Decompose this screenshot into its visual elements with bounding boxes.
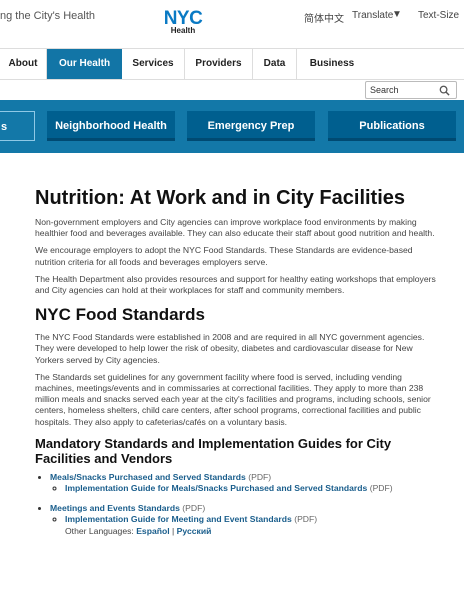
search-icon[interactable] [439, 85, 450, 96]
chevron-down-icon[interactable]: ▼ [392, 9, 402, 20]
site-tagline: ng the City's Health [0, 10, 96, 22]
page-title: Nutrition: At Work and in City Facilitie… [35, 187, 406, 209]
section-tab-neighborhood-health[interactable]: Neighborhood Health [47, 111, 175, 141]
intro-paragraph-1: Non-government employers and City agenci… [35, 217, 435, 239]
section-heading-mandatory-standards: Mandatory Standards and Implementation G… [35, 435, 392, 466]
meetings-standards-link[interactable]: Meetings and Events Standards [50, 503, 180, 513]
text-size-button[interactable]: Text-Size [418, 10, 459, 21]
espanol-link[interactable]: Español [136, 526, 169, 536]
standards-link-list: Meals/Snacks Purchased and Served Standa… [35, 472, 440, 538]
meals-guide-link[interactable]: Implementation Guide for Meals/Snacks Pu… [65, 483, 367, 493]
list-item: Implementation Guide for Meals/Snacks Pu… [65, 483, 440, 495]
intro-paragraph-2: We encourage employers to adopt the NYC … [35, 245, 413, 267]
language-chinese-link[interactable]: 简体中文 [304, 10, 344, 25]
nav-item-about[interactable]: About [0, 49, 47, 79]
search-input[interactable] [370, 84, 436, 96]
pdf-label: (PDF) [182, 502, 206, 513]
nav-item-our-health[interactable]: Our Health [47, 49, 122, 79]
logo-health-text: Health [170, 26, 196, 35]
section-tab-partial[interactable]: s [0, 111, 35, 141]
nav-item-providers[interactable]: Providers [185, 49, 253, 79]
section-heading-food-standards: NYC Food Standards [35, 305, 206, 325]
language-separator: | [172, 525, 175, 536]
meals-standards-link[interactable]: Meals/Snacks Purchased and Served Standa… [50, 472, 246, 482]
list-item: Meetings and Events Standards (PDF) Impl… [50, 503, 440, 538]
section-navigation-band: s Neighborhood Health Emergency Prep Pub… [0, 100, 464, 153]
pdf-label: (PDF) [369, 483, 393, 494]
section-tab-publications[interactable]: Publications [328, 111, 456, 141]
food-standards-paragraph-1: The NYC Food Standards were established … [35, 332, 425, 365]
intro-paragraph-3: The Health Department also provides reso… [35, 273, 436, 296]
search-box [365, 81, 457, 99]
pdf-label: (PDF) [248, 471, 272, 482]
list-item: Meals/Snacks Purchased and Served Standa… [50, 472, 440, 495]
other-languages-label: Other Languages: [65, 525, 134, 536]
other-languages-line: Other Languages: Español | Русский [65, 526, 440, 538]
section-tab-emergency-prep[interactable]: Emergency Prep [187, 111, 315, 141]
nyc-health-logo[interactable]: NYC Health [157, 8, 209, 38]
pdf-label: (PDF) [294, 514, 318, 525]
translate-dropdown[interactable]: Translate [352, 10, 393, 21]
meetings-guide-link[interactable]: Implementation Guide for Meeting and Eve… [65, 514, 292, 524]
russian-link[interactable]: Русский [177, 526, 212, 536]
nav-item-data[interactable]: Data [253, 49, 297, 79]
list-item: Implementation Guide for Meeting and Eve… [65, 514, 440, 537]
nav-item-services[interactable]: Services [122, 49, 185, 79]
food-standards-paragraph-2: The Standards set guidelines for any gov… [35, 371, 431, 427]
main-content: Nutrition: At Work and in City Facilitie… [35, 186, 440, 537]
nav-item-business[interactable]: Business [297, 49, 367, 79]
main-navigation: About Our Health Services Providers Data… [0, 48, 464, 80]
